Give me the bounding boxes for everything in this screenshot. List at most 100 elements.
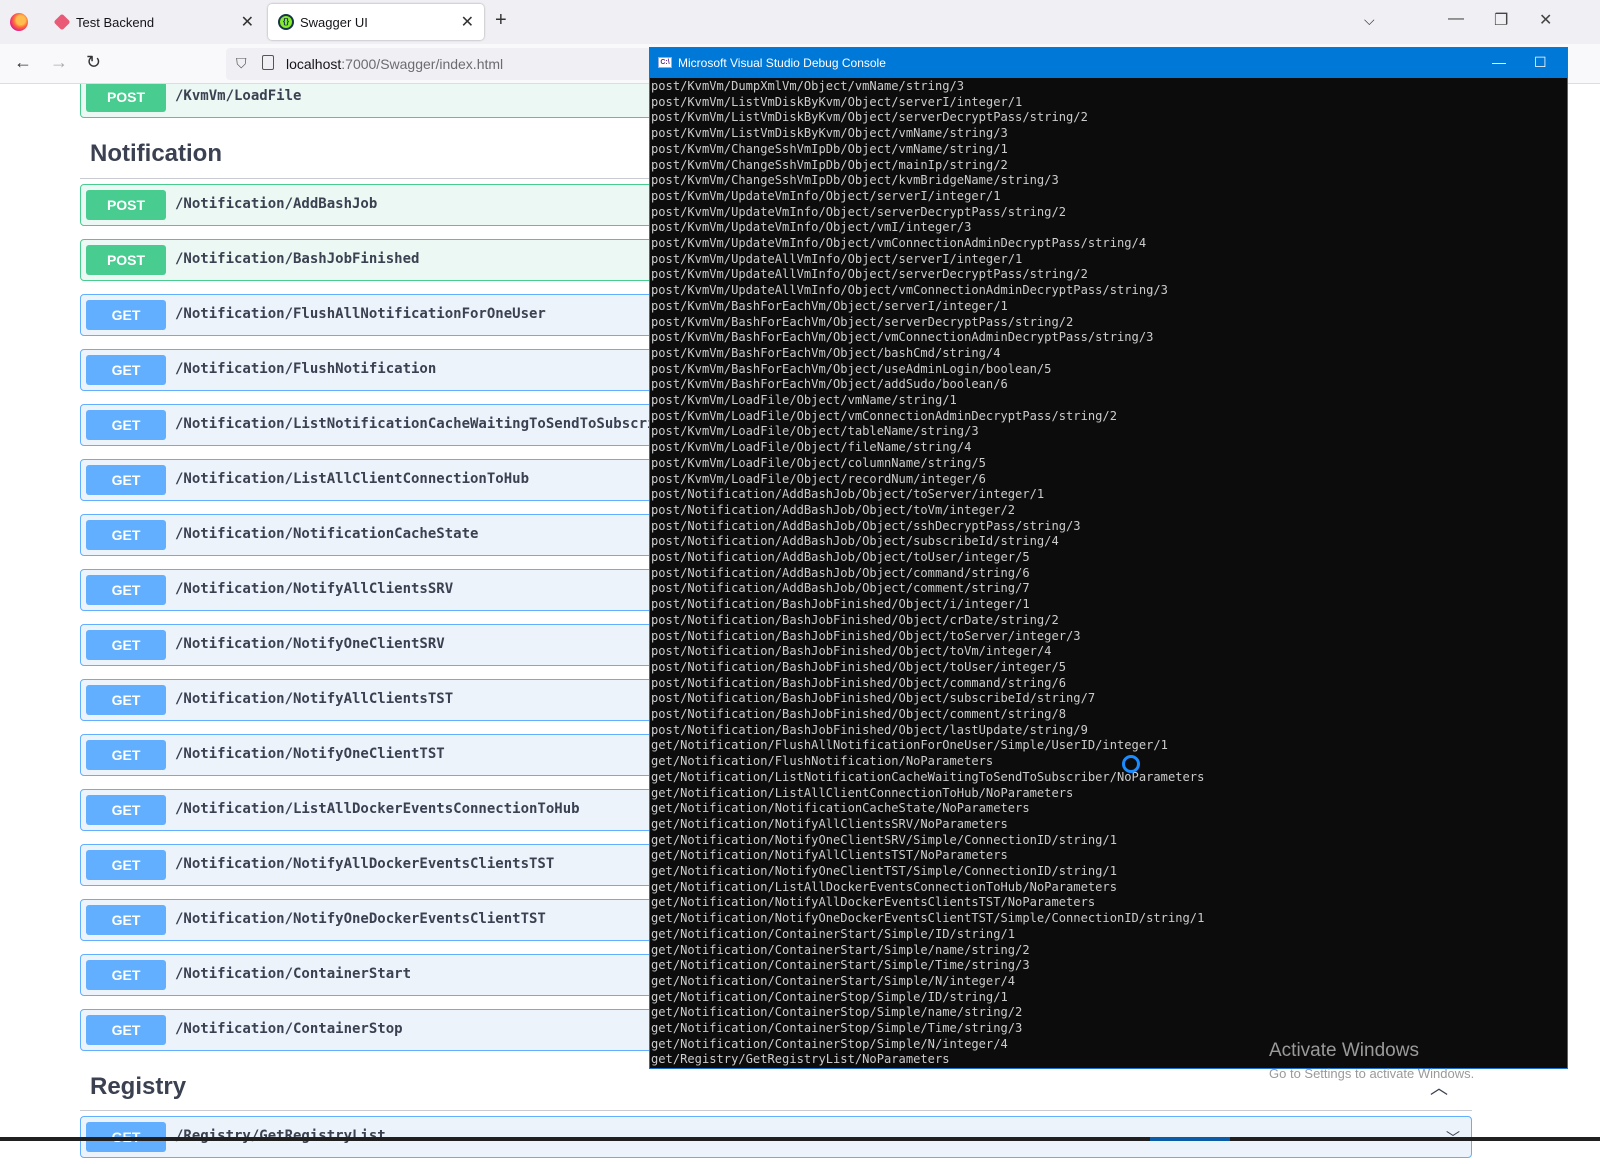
operation-path: /Notification/ContainerStart [175,966,412,982]
console-line: post/Notification/BashJobFinished/Object… [651,707,1067,721]
console-line: post/Notification/AddBashJob/Object/subs… [651,534,1059,549]
section-title-registry[interactable]: Registry [90,1073,186,1101]
console-line: get/Notification/FlushNotification/NoPar… [651,754,994,769]
operation-path: /Notification/NotifyOneDockerEventsClien… [175,911,546,927]
operation-path: /Notification/NotificationCacheState [175,526,479,542]
console-line: post/KvmVm/LoadFile/Object/fileName/stri… [651,440,972,455]
method-badge: POST [86,190,166,220]
console-line: get/Notification/ContainerStop/Simple/na… [651,1005,1023,1020]
console-line: get/Notification/ListAllClientConnection… [651,785,1074,800]
debug-console-window[interactable]: C:\ Microsoft Visual Studio Debug Consol… [649,47,1568,1069]
operation-path: /Notification/ListAllClientConnectionToH… [175,471,530,487]
console-line: post/KvmVm/UpdateVmInfo/Object/serverDec… [651,204,1067,219]
console-line: post/Notification/AddBashJob/Object/toVm… [651,502,1016,517]
reload-icon[interactable]: ↻ [86,52,101,73]
operation-path: /Notification/FlushAllNotificationForOne… [175,306,546,322]
console-line: post/Notification/BashJobFinished/Object… [651,597,1030,612]
method-badge: GET [86,795,166,825]
console-line: post/KvmVm/LoadFile/Object/vmName/string… [651,393,957,407]
watermark-subtitle: Go to Settings to activate Windows. [1269,1066,1475,1081]
console-line: post/Notification/BashJobFinished/Object… [651,691,1096,706]
console-line: post/Notification/AddBashJob/Object/comm… [651,565,1030,580]
tab-swagger-ui[interactable]: {} Swagger UI ✕ [268,4,484,40]
console-line: post/KvmVm/ListVmDiskByKvm/Object/server… [651,94,1023,109]
back-icon[interactable]: ← [14,52,32,73]
restore-icon[interactable]: ❐ [1494,10,1508,30]
close-tab-icon[interactable]: ✕ [241,12,254,32]
operation-path: /Notification/AddBashJob [175,196,378,212]
console-line: post/KvmVm/BashForEachVm/Object/useAdmin… [651,361,1052,376]
method-badge: GET [86,960,166,990]
operation-path: /Registry/GetRegistryList [175,1128,386,1144]
console-line: get/Notification/NotifyOneDockerEventsCl… [651,911,1205,926]
operation-path: /Notification/NotifyOneClientSRV [175,636,445,652]
page-info-icon[interactable] [262,55,274,70]
method-badge: GET [86,740,166,770]
forward-icon[interactable]: → [50,52,68,73]
console-line: post/Notification/BashJobFinished/Object… [651,659,1067,674]
console-line: post/Notification/BashJobFinished/Object… [651,644,1052,659]
console-title-bar[interactable]: C:\ Microsoft Visual Studio Debug Consol… [650,48,1567,78]
console-line: post/Notification/AddBashJob/Object/sshD… [651,518,1081,533]
minimize-icon[interactable]: — [1492,54,1506,70]
console-line: get/Notification/ContainerStop/Simple/ID… [651,989,1008,1004]
console-line: get/Notification/NotifyOneClientSRV/Simp… [651,832,1117,847]
close-tab-icon[interactable]: ✕ [461,12,474,32]
console-line: post/Notification/BashJobFinished/Object… [651,628,1081,643]
console-line: post/KvmVm/BashForEachVm/Object/addSudo/… [651,377,1008,392]
shield-icon[interactable]: ⛉ [236,55,247,72]
operation-path: /Notification/NotifyOneClientTST [175,746,445,762]
console-line: get/Notification/NotifyAllDockerEventsCl… [651,895,1096,910]
console-line: post/KvmVm/ListVmDiskByKvm/Object/server… [651,110,1088,125]
console-app-icon: C:\ [658,57,672,68]
url-text[interactable]: localhost:7000/Swagger/index.html [286,56,503,72]
console-line: post/KvmVm/LoadFile/Object/tableName/str… [651,424,979,439]
method-badge: GET [86,685,166,715]
tab-bar: Test Backend ✕ {} Swagger UI ✕ + ⌵ — ❐ ✕ [0,0,1600,44]
method-badge: GET [86,520,166,550]
tab-test-backend[interactable]: Test Backend ✕ [44,4,264,40]
console-line: post/KvmVm/ChangeSshVmIpDb/Object/mainIp… [651,157,1008,172]
maximize-icon[interactable]: ☐ [1534,54,1547,71]
operation-path: /Notification/ListAllDockerEventsConnect… [175,801,580,817]
method-badge: POST [86,245,166,275]
section-title-notification[interactable]: Notification [90,140,222,168]
method-badge: GET [86,410,166,440]
firefox-icon[interactable] [10,13,28,31]
console-line: post/KvmVm/BashForEachVm/Object/bashCmd/… [651,345,1001,360]
section-divider [80,1110,1472,1111]
close-window-icon[interactable]: ✕ [1539,10,1552,30]
console-line: post/KvmVm/ChangeSshVmIpDb/Object/vmName… [651,141,1008,156]
console-line: get/Notification/NotificationCacheState/… [651,801,1030,816]
console-line: post/KvmVm/ListVmDiskByKvm/Object/vmName… [651,126,1008,141]
console-line: post/KvmVm/BashForEachVm/Object/vmConnec… [651,330,1154,345]
method-badge: GET [86,465,166,495]
console-line: get/Notification/ContainerStart/Simple/n… [651,942,1030,957]
method-badge: GET [86,850,166,880]
console-line: post/KvmVm/ChangeSshVmIpDb/Object/kvmBri… [651,173,1059,188]
new-tab-icon[interactable]: + [495,9,507,32]
taskbar [0,1137,1600,1141]
console-line: post/KvmVm/UpdateAllVmInfo/Object/server… [651,251,1023,266]
console-line: get/Notification/NotifyAllClientsTST/NoP… [651,848,1008,863]
minimize-icon[interactable]: — [1448,10,1464,28]
swagger-favicon-icon: {} [278,14,294,30]
method-badge: GET [86,300,166,330]
operation-path: /Notification/NotifyAllClientsTST [175,691,454,707]
taskbar-active-app[interactable] [1150,1137,1230,1141]
console-line: post/Notification/BashJobFinished/Object… [651,612,1059,627]
console-line: post/KvmVm/UpdateVmInfo/Object/vmConnect… [651,236,1147,250]
console-line: get/Notification/ContainerStop/Simple/Ti… [651,1021,1023,1035]
console-line: post/Notification/BashJobFinished/Object… [651,722,1088,737]
operation-path: /Notification/NotifyAllDockerEventsClien… [175,856,555,872]
console-line: get/Notification/ContainerStop/Simple/N/… [651,1036,1008,1051]
method-badge: GET [86,355,166,385]
console-line: get/Notification/ListAllDockerEventsConn… [651,879,1117,894]
method-badge: GET [86,630,166,660]
console-output[interactable]: get/Registry/GetRegistryList/NoParameter… [651,79,1568,1069]
console-line: post/KvmVm/UpdateVmInfo/Object/serverI/i… [651,188,1001,203]
console-line: post/Notification/AddBashJob/Object/toUs… [651,550,1030,564]
method-badge: GET [86,1015,166,1045]
list-all-tabs-icon[interactable]: ⌵ [1364,12,1375,29]
test-backend-favicon-icon [53,13,71,31]
